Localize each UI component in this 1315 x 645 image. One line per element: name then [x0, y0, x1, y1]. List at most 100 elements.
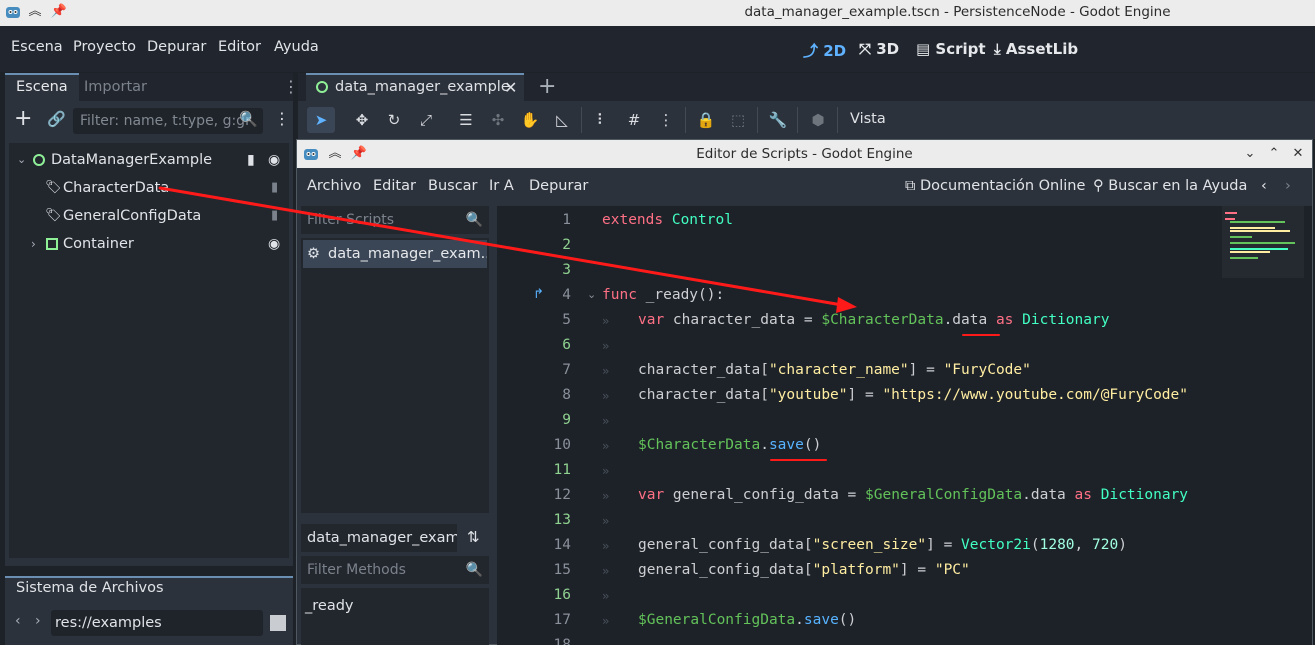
new-scene-tab-icon[interactable]: + [538, 74, 556, 99]
move-tool-icon[interactable]: ✥ [352, 110, 372, 130]
visibility-eye-icon[interactable]: ◉ [268, 147, 280, 173]
sort-icon[interactable]: ⇅ [467, 528, 480, 546]
tab-marker-icon: » [602, 414, 610, 428]
menu-archivo[interactable]: Archivo [307, 178, 361, 194]
line-number: 6 [562, 337, 571, 353]
pivot-tool-icon[interactable]: ✣ [488, 110, 508, 130]
menu-proyecto[interactable]: Proyecto [73, 39, 136, 55]
scene-panel: + 🔗 Filter: name, t:type, g:gr 🔍 ⋮ ⌄ Dat… [5, 101, 293, 566]
visibility-eye-icon[interactable]: ◉ [268, 231, 280, 257]
menu-editar[interactable]: Editar [373, 178, 416, 194]
scene-options-icon[interactable]: ⋮ [274, 109, 290, 128]
rotate-tool-icon[interactable]: ↻ [384, 110, 404, 130]
filesystem-path-field[interactable]: res://examples [51, 610, 263, 636]
toolbar-separator [837, 107, 838, 133]
tab-importar[interactable]: Importar [73, 73, 158, 101]
menu-ir-a[interactable]: Ir A [489, 178, 514, 194]
minimap-line [1230, 251, 1270, 253]
code-editor[interactable]: 1 2 3 4 5 6 7 8 9 10 11 12 13 14 15 16 17 18 ↱ ⌄ »»»»»»»»… [497, 206, 1312, 645]
online-docs-button[interactable]: ⧉ Documentación Online [905, 178, 1085, 194]
script-attached-icon[interactable]: ▮ [247, 147, 255, 173]
menu-depurar[interactable]: Depurar [147, 39, 206, 55]
workspace-script[interactable]: ▤ Script [916, 40, 986, 58]
add-node-icon[interactable]: + [14, 106, 32, 131]
tree-item-datamanagerexample[interactable]: ⌄ DataManagerExample ▮ ◉ [9, 147, 289, 173]
tree-item-generalconfigdata[interactable]: 🏷 GeneralConfigData ▮ [9, 203, 289, 229]
maximize-icon[interactable]: ⌃ [1265, 145, 1283, 163]
script-editor-window: ︽ 📌 Editor de Scripts - Godot Engine ⌄ ⌃… [296, 139, 1313, 645]
workspace-2d[interactable]: ⤴ 2D [803, 40, 846, 61]
chevron-right-icon[interactable]: › [31, 231, 36, 257]
tree-item-container[interactable]: › Container ◉ [9, 231, 289, 257]
method-override-icon[interactable]: ↱ [533, 287, 544, 302]
grid-snap-icon[interactable]: # [624, 110, 644, 130]
menu-depurar[interactable]: Depurar [529, 178, 588, 194]
minimap-line [1225, 212, 1237, 214]
toolbar-separator [581, 107, 582, 133]
back-icon[interactable]: ‹ [15, 613, 21, 629]
annotation-underline-data [962, 334, 1000, 336]
code-line-5: var character_data = $CharacterData.data… [638, 312, 1110, 328]
tab-marker-icon: » [602, 314, 610, 328]
tab-escena[interactable]: Escena [5, 73, 79, 101]
minimap-line [1225, 218, 1235, 220]
select-tool-icon[interactable]: ➤ [311, 110, 331, 130]
line-number: 11 [553, 462, 571, 478]
layout-toggle-icon[interactable] [270, 615, 286, 631]
search-help-button[interactable]: ⚲ Buscar en la Ayuda [1093, 178, 1247, 194]
scale-tool-icon[interactable]: ⤢ [416, 110, 436, 130]
script-sidebar: Filter Scripts 🔍 ⚙ data_manager_exam... … [301, 206, 489, 645]
filter-methods-input[interactable]: Filter Methods 🔍 [301, 556, 489, 584]
minimize-icon[interactable]: ⌄ [1241, 145, 1259, 163]
menu-buscar[interactable]: Buscar [428, 178, 478, 194]
filter-scripts-input[interactable]: Filter Scripts 🔍 [301, 206, 489, 234]
bone-tool-icon[interactable]: 🔧 [768, 110, 788, 130]
minimap-line [1230, 242, 1295, 244]
chevron-down-icon[interactable]: ⌄ [17, 147, 26, 173]
tab-marker-icon: » [602, 589, 610, 603]
help-search-icon: ⚲ [1093, 178, 1104, 194]
forward-icon[interactable]: › [35, 613, 41, 629]
search-icon: 🔍 [465, 212, 483, 228]
workspace-3d[interactable]: ⤧ 3D [859, 40, 899, 58]
script-attached-icon[interactable]: ▮ [271, 203, 278, 229]
menu-editor[interactable]: Editor [218, 39, 261, 55]
dock-menu-icon[interactable]: ⋮ [283, 77, 299, 96]
search-icon: 🔍 [239, 110, 258, 128]
scene-filter-input[interactable]: Filter: name, t:type, g:gr [73, 108, 263, 134]
line-number: 4 [562, 287, 571, 303]
ruler-tool-icon[interactable]: ◺ [552, 110, 572, 130]
line-number: 17 [553, 612, 571, 628]
link-icon[interactable]: 🔗 [47, 110, 66, 128]
script-list-item[interactable]: ⚙ data_manager_exam... [303, 240, 487, 268]
scene-tree: ⌄ DataManagerExample ▮ ◉ 🏷 CharacterData… [9, 143, 289, 558]
pan-tool-icon[interactable]: ✋ [520, 110, 540, 130]
history-forward-icon[interactable]: › [1285, 178, 1291, 194]
line-number: 9 [562, 412, 571, 428]
minimap-line [1230, 230, 1290, 232]
menu-escena[interactable]: Escena [11, 39, 63, 55]
close-icon[interactable]: ✕ [504, 75, 517, 100]
history-back-icon[interactable]: ‹ [1261, 178, 1267, 194]
view-menu-button[interactable]: Vista [850, 111, 886, 127]
line-number: 7 [562, 362, 571, 378]
menu-ayuda[interactable]: Ayuda [274, 39, 319, 55]
workspace-assetlib[interactable]: ⤓ AssetLib [994, 40, 1078, 58]
method-item[interactable]: _ready [305, 598, 353, 614]
code-line-12: var general_config_data = $GeneralConfig… [638, 487, 1189, 503]
tree-item-characterdata[interactable]: 🏷 CharacterData ▮ [9, 175, 289, 201]
tab-filesystem[interactable]: Sistema de Archivos [16, 580, 164, 596]
camera-override-icon[interactable]: ⬢ [808, 110, 828, 130]
line-number: 2 [562, 237, 571, 253]
code-minimap[interactable] [1222, 206, 1304, 278]
smart-snap-icon[interactable]: ⠇ [592, 110, 612, 130]
persistence-node-icon: 🏷 [45, 180, 62, 195]
close-icon[interactable]: ✕ [1289, 145, 1307, 163]
fold-chevron-icon[interactable]: ⌄ [587, 288, 596, 301]
snap-options-icon[interactable]: ⋮ [656, 110, 676, 130]
scene-tab-data-manager-example[interactable]: data_manager_example ✕ [306, 73, 524, 101]
lock-icon[interactable]: 🔒 [696, 110, 716, 130]
list-select-icon[interactable]: ☰ [456, 110, 476, 130]
script-attached-icon[interactable]: ▮ [271, 175, 278, 201]
group-icon[interactable]: ⬚ [728, 110, 748, 130]
